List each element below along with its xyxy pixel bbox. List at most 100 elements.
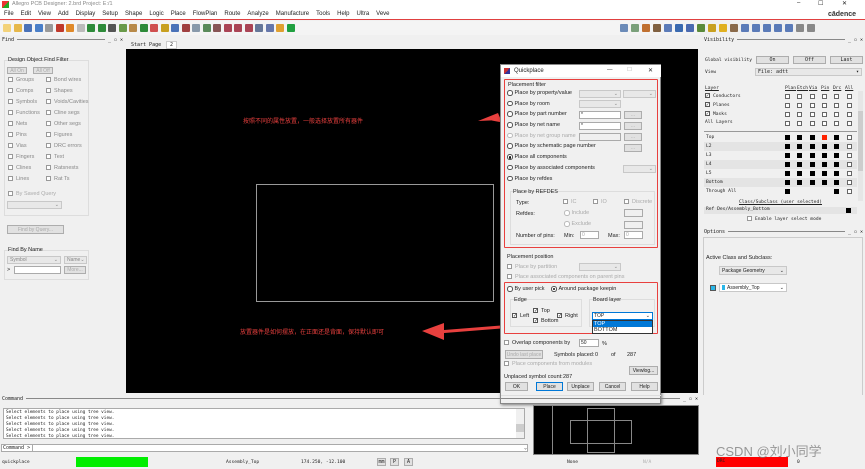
layer-visibility-toggle[interactable] (797, 153, 803, 158)
visibility-toggle[interactable] (797, 121, 803, 126)
tab-start-page[interactable]: Start Page (128, 42, 164, 48)
menu-display[interactable]: Display (76, 11, 96, 17)
visibility-toggle[interactable] (785, 121, 790, 126)
refresh-icon[interactable] (276, 24, 284, 32)
table-icon[interactable] (620, 24, 628, 32)
layer-visibility-toggle[interactable] (809, 162, 815, 167)
layer-visibility-toggle[interactable] (846, 144, 852, 149)
find-filter-shapes[interactable]: Shapes (46, 88, 89, 99)
net-name-browse-button[interactable]: ... (624, 122, 642, 130)
enable-layer-select-checkbox[interactable]: Enable layer select mode (747, 216, 821, 222)
route-icon[interactable] (171, 24, 179, 32)
menu-veve[interactable]: Veve (376, 11, 389, 17)
layer-visibility-toggle[interactable] (809, 144, 815, 149)
open-folder-icon[interactable] (13, 24, 22, 32)
visibility-toggle[interactable] (809, 103, 815, 108)
layer-visibility-toggle[interactable] (797, 144, 803, 149)
find-filter-rat-ts[interactable]: Rat Ts (46, 176, 89, 187)
p-button[interactable]: P (390, 458, 399, 466)
shape-icon[interactable] (87, 24, 95, 32)
visibility-toggle[interactable] (834, 112, 840, 117)
find-filter-figures[interactable]: Figures (46, 132, 89, 143)
layer-visibility-toggle[interactable] (834, 144, 840, 149)
part-number-browse-button[interactable]: ... (624, 111, 642, 119)
units-button[interactable]: mm (377, 458, 386, 466)
by-user-pick-radio[interactable]: By user pick (507, 286, 544, 292)
drc-icon[interactable] (697, 24, 705, 32)
find-filter-ratsnests[interactable]: Ratsnests (46, 165, 89, 176)
menu-route[interactable]: Route (224, 11, 240, 17)
unplace-button[interactable]: Unplace (567, 382, 594, 391)
frame-icon[interactable] (150, 24, 158, 32)
text-edit-icon[interactable] (129, 24, 137, 32)
visibility-toggle[interactable] (797, 94, 803, 99)
radio[interactable] (507, 122, 513, 128)
checkbox[interactable] (46, 88, 51, 94)
find-filter-voids-cavities[interactable]: Voids/Cavities (46, 99, 89, 110)
layer-visibility-toggle[interactable] (834, 189, 840, 194)
help-button[interactable]: Help (631, 382, 658, 391)
stackup-icon[interactable] (730, 24, 738, 32)
grid-icon[interactable] (192, 24, 200, 32)
type-ic-checkbox[interactable]: IC (563, 199, 577, 205)
assoc-parent-checkbox[interactable]: Place associated components on parent pi… (507, 274, 624, 280)
find-filter-groups[interactable]: Groups (8, 77, 40, 88)
saved-query-select[interactable]: ⌄ (7, 201, 62, 209)
undo-icon[interactable] (66, 24, 74, 32)
cancel-button[interactable]: Cancel (599, 382, 626, 391)
find-name-select[interactable]: Name ⌄ (64, 256, 87, 264)
checkbox[interactable] (8, 110, 13, 116)
3d-view-icon[interactable] (286, 24, 295, 32)
find-filter-vias[interactable]: Vias (8, 143, 40, 154)
value-select[interactable]: ⌄ (623, 90, 656, 98)
visibility-toggle[interactable] (785, 112, 790, 117)
visibility-toggle[interactable] (821, 94, 827, 99)
save-icon[interactable] (24, 24, 32, 32)
group-checkbox[interactable] (705, 111, 710, 116)
layer-visibility-toggle[interactable] (821, 180, 827, 185)
radio[interactable] (507, 175, 513, 181)
schematic-browse-button[interactable]: ... (624, 144, 642, 152)
layer-visibility-toggle[interactable] (809, 171, 815, 176)
report-icon[interactable] (686, 24, 694, 32)
checkbox[interactable] (46, 77, 51, 83)
a-button[interactable]: A (404, 458, 413, 466)
exclude-input[interactable] (624, 221, 643, 229)
layer-visibility-toggle[interactable] (809, 135, 815, 140)
layer-visibility-toggle[interactable] (834, 135, 840, 140)
include-radio[interactable]: Include (564, 210, 589, 216)
edge-bottom-checkbox[interactable]: Bottom (533, 318, 558, 324)
layer-visibility-toggle[interactable] (797, 162, 803, 167)
checkbox[interactable] (8, 132, 13, 138)
board-layer-option-bottom[interactable]: BOTTOM (593, 327, 652, 333)
board-layer-select[interactable]: TOP ⌄ (592, 312, 653, 320)
visibility-toggle[interactable] (809, 121, 815, 126)
connect-icon[interactable] (160, 24, 169, 32)
grid2-icon[interactable] (202, 24, 211, 32)
visibility-toggle[interactable] (821, 121, 827, 126)
layer-visibility-toggle[interactable] (846, 135, 852, 140)
visibility-on-button[interactable]: On (756, 56, 789, 64)
layer-visibility-toggle[interactable] (821, 162, 827, 167)
subclass-select[interactable]: Assembly_Top ⌄ (719, 283, 787, 292)
layer-visibility-toggle[interactable] (785, 171, 790, 176)
find-filter-other-segs[interactable]: Other segs (46, 121, 89, 132)
visibility-toggle[interactable] (846, 103, 852, 108)
layer-visibility-toggle[interactable] (834, 162, 840, 167)
visibility-last-button[interactable]: Last (830, 56, 863, 64)
viewlog-button[interactable]: Viewlog... (629, 366, 658, 375)
panel-controls-icon[interactable]: _ ▫ ✕ (848, 37, 863, 43)
find-name-input[interactable] (14, 266, 61, 274)
grid3-icon[interactable] (631, 24, 639, 32)
visibility-off-button[interactable]: Off (793, 56, 826, 64)
menu-ultra[interactable]: Ultra (356, 11, 369, 17)
checkbox[interactable] (8, 176, 13, 182)
net-group-input[interactable] (579, 133, 621, 141)
checkbox[interactable] (46, 121, 51, 127)
close-button[interactable]: ✕ (842, 0, 847, 7)
checkbox[interactable] (8, 88, 13, 94)
zoom-select-icon[interactable] (265, 24, 274, 32)
radio[interactable] (507, 132, 513, 139)
checkbox[interactable] (8, 99, 13, 105)
layer-visibility-toggle[interactable] (834, 171, 840, 176)
